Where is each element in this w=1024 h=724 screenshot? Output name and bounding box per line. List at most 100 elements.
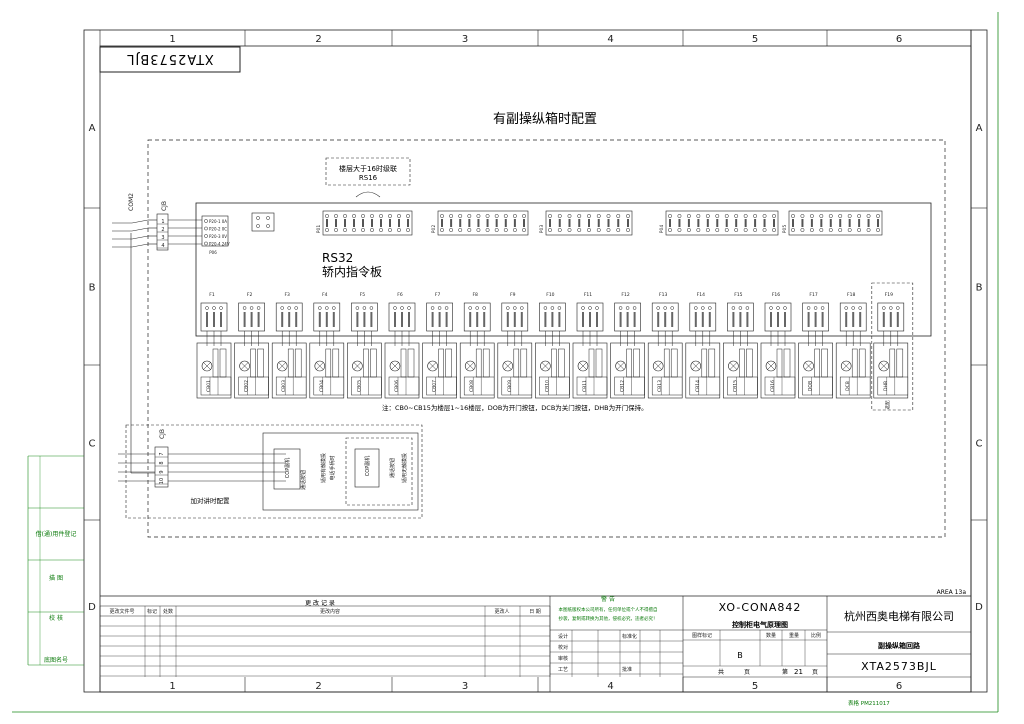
attribute-header: 数量	[766, 632, 776, 639]
pin	[485, 228, 490, 232]
pin	[557, 228, 562, 232]
pin	[482, 306, 486, 310]
pin-text	[578, 219, 581, 227]
button-code: CB06	[394, 380, 400, 392]
pin-text	[389, 219, 391, 227]
button-contact	[851, 348, 858, 378]
row-label: A	[976, 123, 983, 134]
pin	[343, 228, 347, 232]
pin	[813, 306, 818, 310]
pin-text	[739, 312, 742, 327]
cascade-brace	[355, 191, 381, 198]
pin-text	[398, 219, 400, 227]
floor-port-label: F16	[772, 292, 780, 298]
pin-text	[520, 312, 523, 327]
button-contact	[896, 348, 904, 378]
pin-text	[627, 219, 629, 227]
cop-unit-label: COP副机	[284, 458, 291, 478]
pin-text	[597, 219, 600, 227]
pin-text	[344, 219, 346, 227]
pin	[734, 214, 739, 218]
pin-text	[867, 219, 870, 227]
column-label: 1	[169, 34, 175, 45]
power-pin-label: P20-2 0C	[209, 227, 227, 232]
button-contact	[482, 348, 490, 378]
pin-text	[318, 312, 321, 327]
pin	[219, 306, 223, 310]
pin-text	[408, 312, 410, 327]
pin	[440, 228, 444, 232]
pin-text	[513, 219, 516, 227]
pin-text	[469, 312, 472, 327]
intercom-caption: 适用有触摸投	[320, 453, 327, 483]
board-layer	[112, 157, 932, 519]
pin	[800, 214, 805, 218]
pin	[379, 228, 383, 232]
button-label-box	[313, 376, 345, 396]
pin	[753, 228, 758, 232]
pin	[388, 228, 392, 232]
connector-label: P03	[539, 225, 545, 234]
button-label-box	[651, 376, 683, 396]
button-label-box	[388, 376, 420, 396]
pin-text	[371, 219, 373, 227]
pin	[334, 228, 338, 232]
pin-text	[617, 219, 620, 227]
pin	[266, 216, 270, 220]
pin	[567, 214, 572, 218]
registration-label: 借(通)用件登记	[36, 530, 77, 538]
mirror-code: XTA2573BJL	[126, 51, 214, 66]
pin	[476, 214, 481, 218]
pin	[769, 306, 773, 310]
button-contact	[325, 348, 332, 378]
button-contact	[746, 348, 753, 378]
pin-text	[394, 312, 396, 327]
pin-text	[852, 312, 855, 327]
pin-text	[687, 219, 690, 227]
button-code: CB08	[469, 380, 475, 392]
pin-text	[807, 312, 810, 327]
floor-port-label: F14	[697, 292, 705, 298]
pin-text	[859, 312, 862, 327]
talk-button-label: 通话按钮	[389, 458, 396, 478]
pin-text	[332, 312, 335, 327]
pin-text	[441, 219, 443, 227]
pin-text	[362, 219, 364, 227]
pin-text	[706, 219, 709, 227]
pin-text	[821, 312, 824, 327]
button-code: CB02	[244, 380, 250, 392]
pin	[806, 306, 811, 310]
pin	[762, 214, 767, 218]
button-contact	[739, 348, 745, 378]
pin	[668, 214, 672, 218]
cable-wire	[131, 227, 149, 232]
button-label-box	[689, 376, 721, 396]
connector-label: P01	[316, 225, 322, 234]
aux-connector	[251, 212, 275, 232]
pin-text	[773, 219, 775, 227]
button-contact	[294, 348, 302, 378]
pin	[783, 306, 787, 310]
button-contact	[776, 348, 783, 378]
pin-text	[829, 219, 832, 227]
pin-text	[325, 312, 328, 327]
pin	[809, 214, 814, 218]
pin	[393, 306, 397, 310]
pin	[512, 214, 517, 218]
floor-port-label: F8	[472, 292, 478, 298]
column-label: 6	[896, 681, 902, 692]
pin-text	[810, 219, 813, 227]
pin-text	[335, 219, 337, 227]
sign-row-label: 工艺	[558, 667, 568, 673]
floor-port-label: F17	[809, 292, 817, 298]
pin-text	[363, 312, 366, 327]
pin	[256, 306, 261, 310]
button-code: CB01	[206, 380, 212, 392]
pin-text	[495, 219, 498, 227]
pin	[205, 306, 209, 310]
button-contact	[445, 348, 452, 378]
pin-text	[732, 312, 735, 327]
top-connector	[665, 210, 779, 236]
pin	[548, 228, 552, 232]
pin	[857, 214, 862, 218]
